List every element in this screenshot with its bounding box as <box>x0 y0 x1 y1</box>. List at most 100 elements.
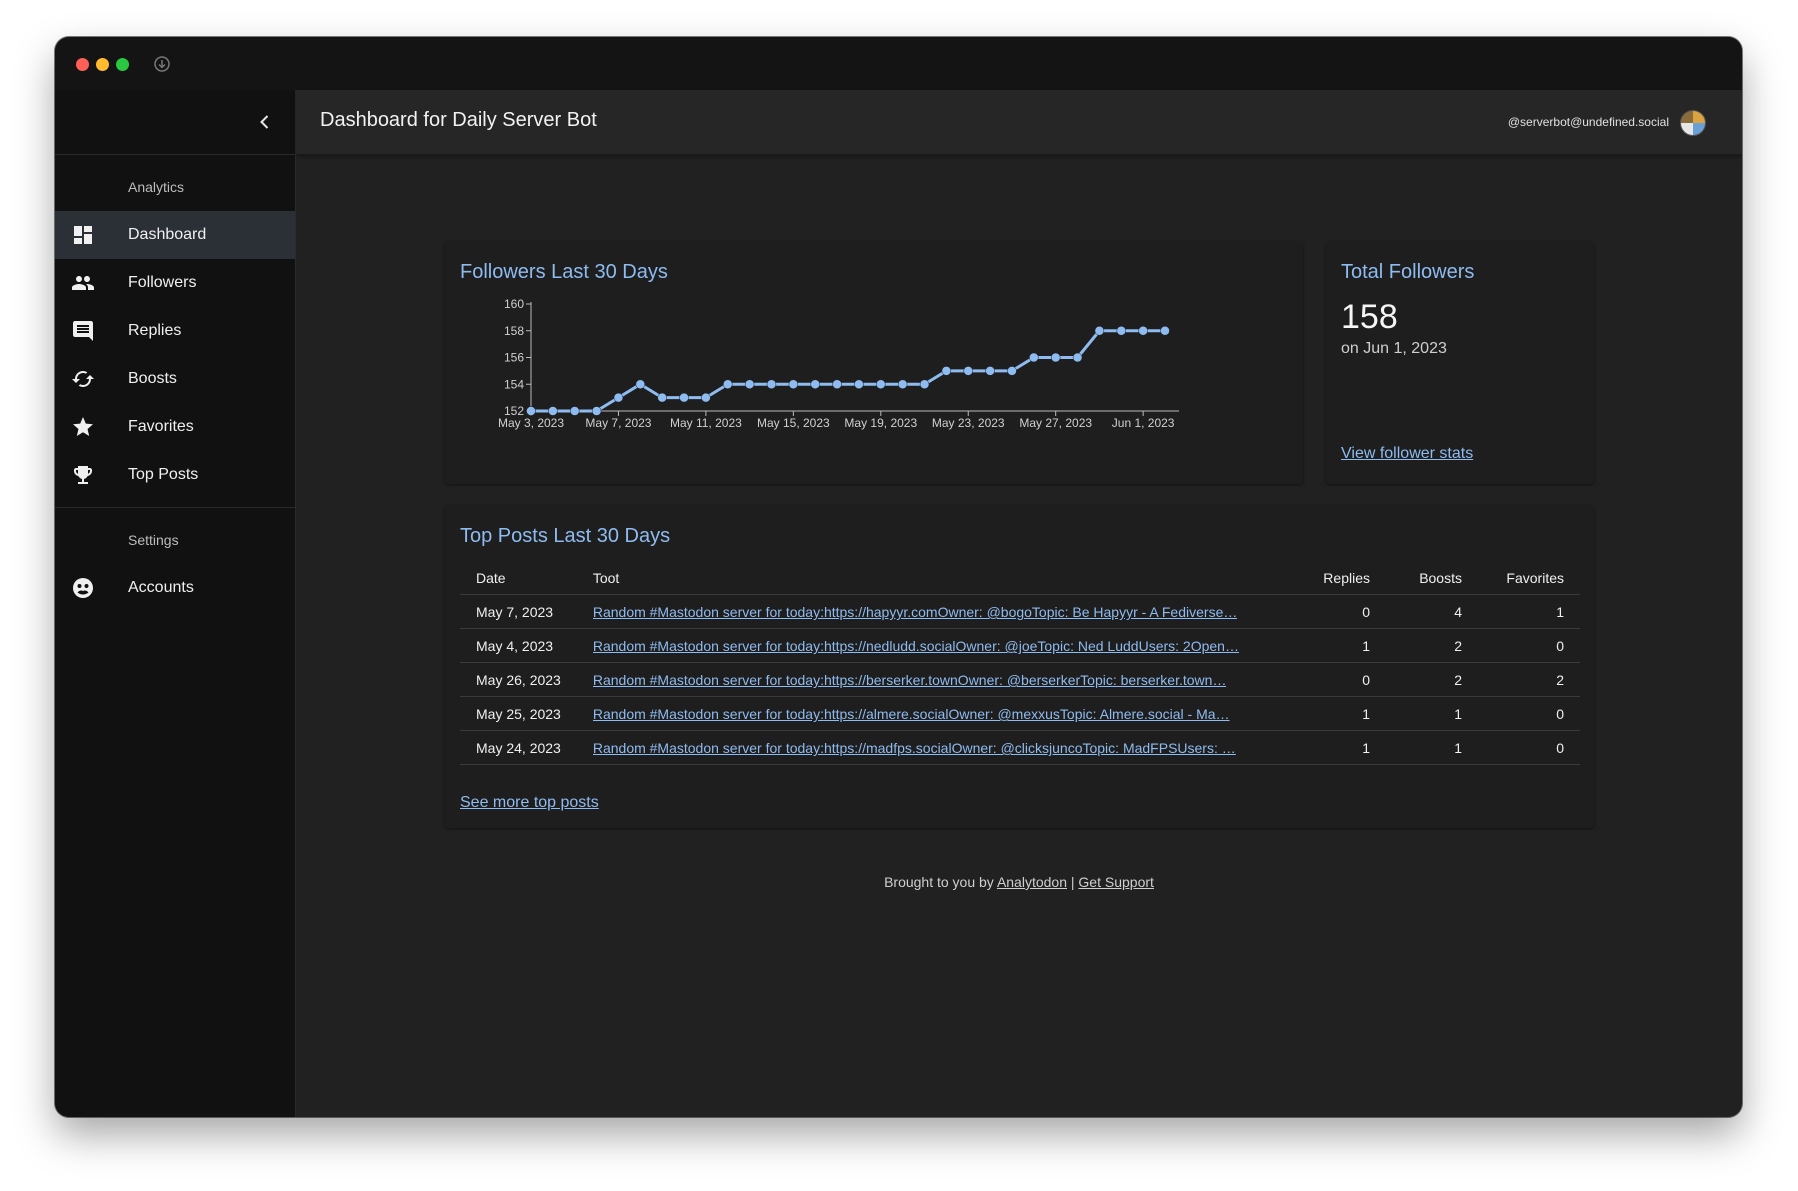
sidebar-item-label: Favorites <box>128 418 194 435</box>
post-toot-cell: Random #Mastodon server for today:https:… <box>576 696 1294 731</box>
table-row: May 24, 2023 Random #Mastodon server for … <box>460 730 1580 765</box>
post-favorites: 0 <box>1478 628 1580 663</box>
post-boosts: 4 <box>1386 594 1478 629</box>
table-row: May 25, 2023 Random #Mastodon server for … <box>460 696 1580 731</box>
data-point <box>701 392 711 403</box>
sidebar-item-label: Followers <box>128 274 197 291</box>
column-header-boosts: Boosts <box>1386 562 1478 595</box>
data-point <box>569 406 580 416</box>
data-point <box>1050 352 1061 363</box>
post-replies: 1 <box>1294 730 1386 765</box>
close-window-button[interactable] <box>76 58 89 71</box>
table-row: May 7, 2023 Random #Mastodon server for t… <box>460 594 1580 629</box>
data-point <box>1160 326 1170 336</box>
column-header-replies: Replies <box>1294 562 1386 595</box>
view-follower-stats-link[interactable]: View follower stats <box>1341 445 1473 463</box>
account-icon <box>73 578 93 598</box>
app-window: Analytics Dashboard Followers Replies Bo… <box>55 37 1742 1117</box>
post-replies: 1 <box>1294 628 1386 663</box>
data-point <box>985 366 995 376</box>
sidebar-item-favorites[interactable]: Favorites <box>55 403 295 451</box>
sidebar-item-label: Boosts <box>128 370 177 387</box>
x-tick-label: May 3, 2023 <box>498 416 564 430</box>
post-favorites: 1 <box>1478 594 1580 629</box>
post-replies: 1 <box>1294 696 1386 731</box>
sidebar-item-top-posts[interactable]: Top Posts <box>55 451 295 499</box>
data-point <box>1138 326 1148 336</box>
post-toot-link[interactable]: Random #Mastodon server for today:https:… <box>593 706 1230 722</box>
chevron-left-icon[interactable] <box>253 110 277 134</box>
sidebar-item-followers[interactable]: Followers <box>55 259 295 307</box>
post-toot-link[interactable]: Random #Mastodon server for today:https:… <box>593 672 1227 688</box>
post-toot-link[interactable]: Random #Mastodon server for today:https:… <box>593 638 1239 654</box>
data-point <box>613 392 624 403</box>
download-icon[interactable] <box>152 54 172 74</box>
data-point <box>1072 352 1083 363</box>
sidebar-item-accounts[interactable]: Accounts <box>55 564 295 612</box>
dashboard-icon <box>74 226 92 244</box>
total-followers-card: Total Followers 158 on Jun 1, 2023 View … <box>1326 242 1594 484</box>
post-toot-cell: Random #Mastodon server for today:https:… <box>576 594 1294 629</box>
top-posts-table-body: May 7, 2023 Random #Mastodon server for t… <box>460 594 1580 765</box>
sidebar-item-replies[interactable]: Replies <box>55 307 295 355</box>
column-header-date: Date <box>460 562 577 595</box>
post-favorites: 0 <box>1478 730 1580 765</box>
data-point <box>963 366 973 376</box>
post-toot-link[interactable]: Random #Mastodon server for today:https:… <box>593 740 1236 756</box>
post-date: May 25, 2023 <box>460 696 577 731</box>
column-header-favorites: Favorites <box>1478 562 1580 595</box>
total-followers-title: Total Followers <box>1341 261 1475 283</box>
column-header-toot: Toot <box>576 562 1294 595</box>
data-point <box>1029 352 1039 363</box>
title-bar <box>55 37 1742 90</box>
sidebar-item-boosts[interactable]: Boosts <box>55 355 295 403</box>
data-point <box>1116 326 1127 336</box>
y-tick-label: 158 <box>504 324 524 338</box>
data-point <box>591 406 602 416</box>
trophy-icon <box>74 466 92 484</box>
data-point <box>941 366 952 376</box>
y-tick-label: 156 <box>504 351 524 365</box>
data-point <box>854 379 864 389</box>
top-bar: Dashboard for Daily Server Bot @serverbo… <box>296 90 1742 155</box>
section-label-settings: Settings <box>128 532 179 548</box>
analytodon-link[interactable]: Analytodon <box>997 874 1067 890</box>
post-toot-cell: Random #Mastodon server for today:https:… <box>576 662 1294 697</box>
table-header-row: Date Toot Replies Boosts Favorites <box>460 562 1580 595</box>
account-handle[interactable]: @serverbot@undefined.social <box>1508 115 1669 129</box>
post-boosts: 1 <box>1386 696 1478 731</box>
data-point <box>744 379 755 389</box>
post-toot-cell: Random #Mastodon server for today:https:… <box>576 730 1294 765</box>
post-toot-cell: Random #Mastodon server for today:https:… <box>576 628 1294 663</box>
y-tick-label: 160 <box>504 297 524 311</box>
sidebar-header <box>55 90 295 155</box>
sidebar-item-label: Accounts <box>128 579 194 596</box>
post-toot-link[interactable]: Random #Mastodon server for today:https:… <box>593 604 1238 620</box>
post-boosts: 1 <box>1386 730 1478 765</box>
minimize-window-button[interactable] <box>96 58 109 71</box>
x-tick-label: May 27, 2023 <box>1019 416 1092 430</box>
sidebar-item-dashboard[interactable]: Dashboard <box>55 211 295 259</box>
sidebar: Analytics Dashboard Followers Replies Bo… <box>55 90 296 1117</box>
sidebar-item-label: Dashboard <box>128 226 207 243</box>
total-followers-date: on Jun 1, 2023 <box>1341 340 1447 357</box>
footer: Brought to you by Analytodon | Get Suppo… <box>296 874 1742 890</box>
see-more-top-posts-link[interactable]: See more top posts <box>460 794 599 812</box>
section-label-analytics: Analytics <box>128 179 185 195</box>
table-row: May 4, 2023 Random #Mastodon server for t… <box>460 628 1580 663</box>
avatar[interactable] <box>1680 110 1706 136</box>
footer-prefix: Brought to you by <box>884 874 994 890</box>
post-favorites: 2 <box>1478 662 1580 697</box>
people-icon <box>72 276 94 290</box>
x-tick-label: May 23, 2023 <box>932 416 1005 430</box>
star-icon <box>73 417 93 436</box>
maximize-window-button[interactable] <box>116 58 129 71</box>
post-date: May 24, 2023 <box>460 730 577 765</box>
get-support-link[interactable]: Get Support <box>1078 874 1154 890</box>
top-posts-title: Top Posts Last 30 Days <box>460 525 671 547</box>
data-point <box>810 379 820 389</box>
sidebar-item-label: Top Posts <box>128 466 199 483</box>
data-point <box>657 392 667 403</box>
sidebar-item-label: Replies <box>128 322 182 339</box>
top-posts-table: Date Toot Replies Boosts Favorites May 7… <box>460 562 1580 765</box>
